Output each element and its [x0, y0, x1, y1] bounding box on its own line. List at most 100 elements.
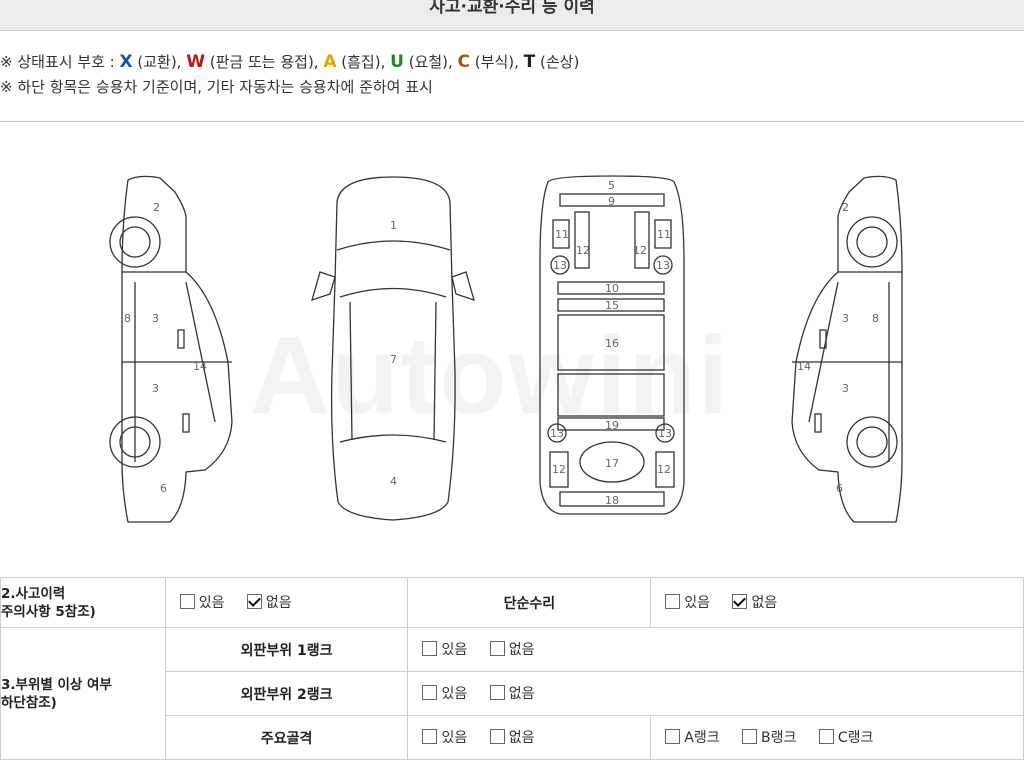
- legend-line-1: ※ 상태표시 부호 : X (교환), W (판금 또는 용접), A (흠집)…: [0, 50, 579, 75]
- legend-symbol-c: C: [457, 52, 471, 72]
- simple-repair-label: 단순수리: [407, 577, 652, 628]
- legend-text-x: (교환),: [132, 53, 187, 71]
- label-line: 3.부위별 이상 여부: [1, 676, 112, 693]
- checkbox-checked[interactable]: [246, 594, 262, 610]
- option-label: C랭크: [837, 729, 874, 746]
- checkbox[interactable]: [489, 685, 505, 701]
- label-line: 하단참조): [1, 694, 57, 711]
- part-number: 9: [608, 195, 615, 208]
- car-diagram-svg: 2 8 3 3 14 6 1 7 4 5 9 11 12 12 11 13 13…: [109, 175, 903, 523]
- part-number: 1: [390, 219, 397, 232]
- legend-text-w: (판금 또는 용접),: [204, 53, 324, 71]
- no-option[interactable]: 없음: [489, 639, 535, 659]
- part-number: 14: [193, 360, 207, 373]
- legend-symbol-w: W: [186, 52, 205, 72]
- part-number: 15: [605, 299, 619, 312]
- rank-a-option[interactable]: A랭크: [665, 727, 720, 747]
- part-number: 7: [390, 353, 397, 366]
- part-number: 19: [605, 419, 619, 432]
- section-title: 사고·교환·수리 등 이력: [429, 0, 595, 17]
- part-number: 6: [836, 482, 843, 495]
- part-number: 4: [390, 475, 397, 488]
- legend-prefix: ※ 상태표시 부호 :: [0, 53, 120, 71]
- outer-panel-rank2-label: 외판부위 2랭크: [164, 671, 409, 716]
- main-frame-label: 주요골격: [164, 715, 409, 760]
- checkbox[interactable]: [422, 729, 438, 745]
- checkbox[interactable]: [489, 729, 505, 745]
- accident-options: 있음 없음: [164, 577, 409, 628]
- left-side-view: [109, 175, 233, 523]
- legend-text-a: (흠집),: [336, 53, 391, 71]
- option-label: 없음: [751, 594, 778, 611]
- accident-no-option[interactable]: 없음: [246, 592, 292, 612]
- repair-no-option[interactable]: 없음: [732, 592, 777, 612]
- rank-b-option[interactable]: B랭크: [742, 727, 796, 747]
- part-number: 12: [552, 463, 566, 476]
- checkbox[interactable]: [665, 594, 681, 610]
- accident-yes-option[interactable]: 있음: [179, 592, 225, 612]
- checkbox[interactable]: [179, 594, 195, 610]
- checkbox[interactable]: [742, 729, 758, 745]
- simple-repair-options: 있음 없음: [650, 577, 1024, 628]
- yes-option[interactable]: 있음: [422, 683, 467, 703]
- table-row: 3.부위별 이상 여부 하단참조) 외판부위 1랭크 있음 없음: [0, 627, 1024, 760]
- legend-text-t: (손상): [535, 53, 580, 71]
- rank-c-option[interactable]: C랭크: [818, 727, 874, 747]
- car-diagram: Autowini 2 8 3 3 14 6 1 7 4 5 9 11 12 12…: [0, 122, 1024, 577]
- accident-history-label: 2.사고이력 주의사항 5참조): [0, 577, 166, 628]
- part-number: 3: [842, 382, 849, 395]
- part-number: 18: [605, 494, 619, 507]
- part-number: 8: [872, 312, 879, 325]
- part-number: 14: [797, 360, 811, 373]
- yes-option[interactable]: 있음: [422, 639, 467, 659]
- history-table: 2.사고이력 주의사항 5참조) 있음 없음 단순수리 있음 없음 3.부위별 …: [0, 577, 1024, 760]
- legend-symbol-t: T: [523, 52, 536, 72]
- option-label: 없음: [265, 594, 292, 611]
- rank-options: A랭크 B랭크 C랭크: [650, 715, 1024, 760]
- legend-symbol-a: A: [323, 52, 337, 72]
- checkbox[interactable]: [422, 685, 438, 701]
- yes-option[interactable]: 있음: [422, 727, 467, 747]
- part-number: 13: [550, 427, 564, 440]
- checkbox-checked[interactable]: [732, 594, 748, 610]
- checkbox[interactable]: [422, 641, 438, 657]
- part-number: 12: [633, 244, 647, 257]
- option-label: B랭크: [761, 729, 797, 746]
- outer-panel-rank1-options: 있음 없음: [407, 627, 1024, 672]
- option-label: 없음: [508, 729, 535, 746]
- no-option[interactable]: 없음: [489, 727, 535, 747]
- section-header: 사고·교환·수리 등 이력: [0, 0, 1024, 31]
- option-label: 있음: [441, 729, 468, 746]
- legend-text-u: (요철),: [403, 53, 458, 71]
- part-number: 2: [153, 201, 160, 214]
- part-number: 11: [657, 228, 671, 241]
- no-option[interactable]: 없음: [489, 683, 534, 703]
- option-label: A랭크: [684, 729, 720, 746]
- right-side-view: [791, 175, 903, 523]
- part-number: 3: [152, 312, 159, 325]
- part-number: 3: [152, 382, 159, 395]
- part-number: 5: [608, 179, 615, 192]
- part-status-label: 3.부위별 이상 여부 하단참조): [0, 627, 166, 760]
- checkbox[interactable]: [489, 641, 505, 657]
- part-number: 6: [160, 482, 167, 495]
- part-number: 10: [605, 282, 619, 295]
- part-number: 16: [605, 337, 619, 350]
- option-label: 없음: [508, 641, 535, 658]
- repair-yes-option[interactable]: 있음: [665, 592, 710, 612]
- table-row: 2.사고이력 주의사항 5참조) 있음 없음 단순수리 있음 없음: [0, 577, 1024, 628]
- part-number: 11: [555, 228, 569, 241]
- outer-panel-rank1-label: 외판부위 1랭크: [164, 627, 409, 672]
- part-number: 13: [658, 427, 672, 440]
- legend-text-c: (부식),: [470, 53, 524, 71]
- legend-symbol-x: X: [119, 52, 133, 72]
- part-number: 17: [605, 457, 619, 470]
- option-label: 있음: [198, 594, 225, 611]
- main-frame-options: 있음 없음: [407, 715, 652, 760]
- checkbox[interactable]: [818, 729, 834, 745]
- part-number: 12: [576, 244, 590, 257]
- part-number: 2: [842, 201, 849, 214]
- option-label: 있음: [684, 594, 711, 611]
- checkbox[interactable]: [665, 729, 681, 745]
- legend-symbol-u: U: [390, 52, 404, 72]
